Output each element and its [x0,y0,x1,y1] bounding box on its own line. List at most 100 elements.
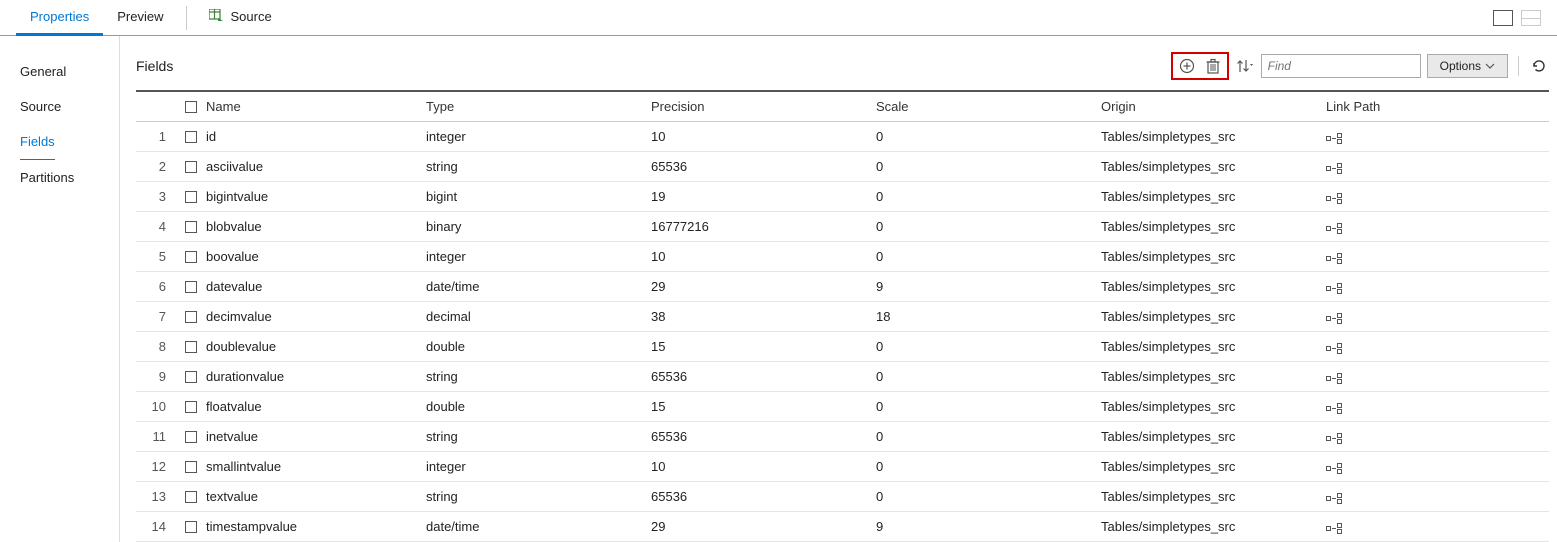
options-button[interactable]: Options [1427,54,1508,78]
find-input[interactable] [1261,54,1421,78]
checkbox[interactable] [185,341,197,353]
link-path-icon[interactable] [1326,253,1342,264]
table-row[interactable]: 2asciivaluestring655360Tables/simpletype… [136,152,1549,182]
checkbox[interactable] [185,281,197,293]
cell-name: timestampvalue [206,519,426,534]
view-split-icon[interactable] [1521,10,1541,26]
checkbox[interactable] [185,371,197,383]
cell-linkpath[interactable] [1326,249,1549,264]
link-path-icon[interactable] [1326,493,1342,504]
row-check[interactable] [176,431,206,443]
link-path-icon[interactable] [1326,223,1342,234]
table-row[interactable]: 14timestampvaluedate/time299Tables/simpl… [136,512,1549,542]
col-header-precision[interactable]: Precision [651,99,876,114]
checkbox[interactable] [185,491,197,503]
checkbox-all[interactable] [185,101,197,113]
checkbox[interactable] [185,191,197,203]
tab-source[interactable]: Source [195,0,286,36]
cell-linkpath[interactable] [1326,129,1549,144]
checkbox[interactable] [185,521,197,533]
row-check[interactable] [176,221,206,233]
sidetab-partitions[interactable]: Partitions [20,160,119,195]
table-row[interactable]: 5boovalueinteger100Tables/simpletypes_sr… [136,242,1549,272]
col-header-origin[interactable]: Origin [1101,99,1326,114]
row-check[interactable] [176,311,206,323]
checkbox[interactable] [185,251,197,263]
row-check[interactable] [176,161,206,173]
row-check[interactable] [176,191,206,203]
col-header-name[interactable]: Name [206,99,426,114]
cell-name: durationvalue [206,369,426,384]
tab-properties[interactable]: Properties [16,0,103,36]
cell-origin: Tables/simpletypes_src [1101,159,1326,174]
sidetab-fields[interactable]: Fields [20,124,55,160]
table-row[interactable]: 11inetvaluestring655360Tables/simpletype… [136,422,1549,452]
cell-linkpath[interactable] [1326,279,1549,294]
row-check[interactable] [176,521,206,533]
cell-linkpath[interactable] [1326,219,1549,234]
link-path-icon[interactable] [1326,523,1342,534]
row-check[interactable] [176,341,206,353]
refresh-button[interactable] [1529,56,1549,76]
cell-linkpath[interactable] [1326,399,1549,414]
table-row[interactable]: 13textvaluestring655360Tables/simpletype… [136,482,1549,512]
link-path-icon[interactable] [1326,343,1342,354]
cell-scale: 18 [876,309,1101,324]
link-path-icon[interactable] [1326,403,1342,414]
sidetab-general[interactable]: General [20,54,119,89]
checkbox[interactable] [185,401,197,413]
row-check[interactable] [176,281,206,293]
checkbox[interactable] [185,461,197,473]
checkbox[interactable] [185,311,197,323]
checkbox[interactable] [185,131,197,143]
table-row[interactable]: 10floatvaluedouble150Tables/simpletypes_… [136,392,1549,422]
highlight-box [1171,52,1229,80]
col-header-check[interactable] [176,101,206,113]
add-field-button[interactable] [1177,56,1197,76]
view-single-icon[interactable] [1493,10,1513,26]
row-check[interactable] [176,251,206,263]
sidetab-source[interactable]: Source [20,89,119,124]
table-row[interactable]: 1idinteger100Tables/simpletypes_src [136,122,1549,152]
table-row[interactable]: 6datevaluedate/time299Tables/simpletypes… [136,272,1549,302]
table-row[interactable]: 7decimvaluedecimal3818Tables/simpletypes… [136,302,1549,332]
cell-linkpath[interactable] [1326,189,1549,204]
cell-linkpath[interactable] [1326,519,1549,534]
sort-button[interactable] [1235,56,1255,76]
link-path-icon[interactable] [1326,193,1342,204]
table-row[interactable]: 3bigintvaluebigint190Tables/simpletypes_… [136,182,1549,212]
col-header-linkpath[interactable]: Link Path [1326,99,1549,114]
table-row[interactable]: 8doublevaluedouble150Tables/simpletypes_… [136,332,1549,362]
link-path-icon[interactable] [1326,133,1342,144]
cell-scale: 0 [876,429,1101,444]
cell-linkpath[interactable] [1326,489,1549,504]
row-check[interactable] [176,131,206,143]
checkbox[interactable] [185,431,197,443]
link-path-icon[interactable] [1326,163,1342,174]
cell-linkpath[interactable] [1326,339,1549,354]
refresh-icon [1531,58,1547,74]
link-path-icon[interactable] [1326,433,1342,444]
link-path-icon[interactable] [1326,463,1342,474]
table-row[interactable]: 4blobvaluebinary167772160Tables/simplety… [136,212,1549,242]
cell-linkpath[interactable] [1326,159,1549,174]
link-path-icon[interactable] [1326,373,1342,384]
table-row[interactable]: 9durationvaluestring655360Tables/simplet… [136,362,1549,392]
col-header-scale[interactable]: Scale [876,99,1101,114]
cell-linkpath[interactable] [1326,459,1549,474]
table-row[interactable]: 12smallintvalueinteger100Tables/simplety… [136,452,1549,482]
tab-preview[interactable]: Preview [103,0,177,36]
row-check[interactable] [176,491,206,503]
checkbox[interactable] [185,161,197,173]
cell-linkpath[interactable] [1326,369,1549,384]
cell-linkpath[interactable] [1326,309,1549,324]
delete-field-button[interactable] [1203,56,1223,76]
cell-linkpath[interactable] [1326,429,1549,444]
link-path-icon[interactable] [1326,313,1342,324]
row-check[interactable] [176,401,206,413]
row-check[interactable] [176,371,206,383]
checkbox[interactable] [185,221,197,233]
link-path-icon[interactable] [1326,283,1342,294]
col-header-type[interactable]: Type [426,99,651,114]
row-check[interactable] [176,461,206,473]
